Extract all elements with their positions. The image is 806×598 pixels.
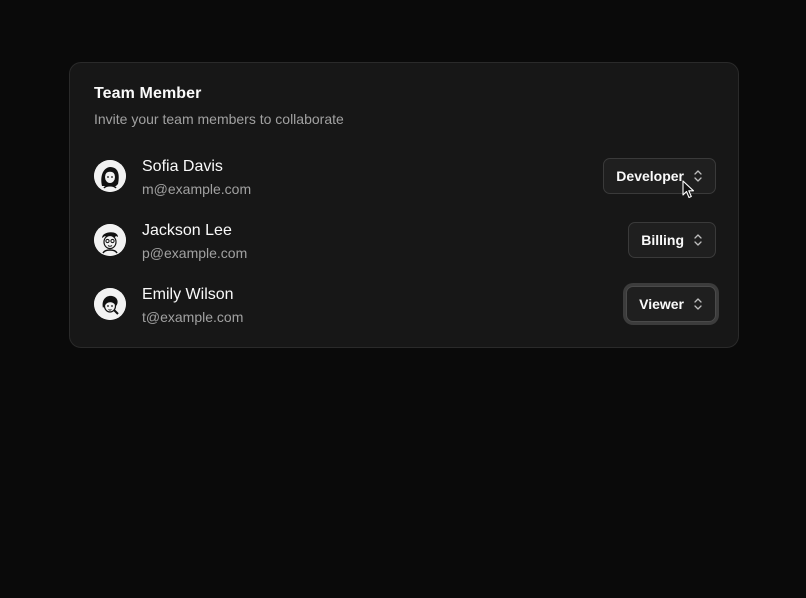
member-email: p@example.com bbox=[142, 245, 248, 261]
member-email: t@example.com bbox=[142, 309, 244, 325]
chevrons-up-down-icon bbox=[694, 234, 702, 246]
role-select-value: Viewer bbox=[639, 296, 684, 312]
team-member-card: Team Member Invite your team members to … bbox=[69, 62, 739, 348]
card-title: Team Member bbox=[94, 85, 202, 102]
chevrons-up-down-icon bbox=[694, 298, 702, 310]
role-select-sofia-davis[interactable]: Developer bbox=[603, 158, 716, 194]
member-email: m@example.com bbox=[142, 181, 252, 197]
member-name: Sofia Davis bbox=[142, 158, 223, 175]
member-name: Jackson Lee bbox=[142, 222, 232, 239]
avatar-illustration-icon bbox=[94, 288, 126, 320]
avatar bbox=[94, 160, 126, 192]
avatar bbox=[94, 288, 126, 320]
card-description: Invite your team members to collaborate bbox=[94, 111, 344, 127]
member-name: Emily Wilson bbox=[142, 286, 234, 303]
role-select-value: Developer bbox=[616, 168, 684, 184]
avatar bbox=[94, 224, 126, 256]
role-select-value: Billing bbox=[641, 232, 684, 248]
avatar-illustration-icon bbox=[94, 160, 126, 192]
member-row-jackson-lee: Jackson Lee p@example.com Billing bbox=[94, 220, 716, 261]
role-select-jackson-lee[interactable]: Billing bbox=[628, 222, 716, 258]
mouse-cursor-icon bbox=[682, 180, 695, 199]
role-select-emily-wilson[interactable]: Viewer bbox=[626, 286, 716, 322]
member-row-sofia-davis: Sofia Davis m@example.com Developer bbox=[94, 156, 716, 197]
member-row-emily-wilson: Emily Wilson t@example.com Viewer bbox=[94, 284, 716, 325]
avatar-illustration-icon bbox=[94, 224, 126, 256]
